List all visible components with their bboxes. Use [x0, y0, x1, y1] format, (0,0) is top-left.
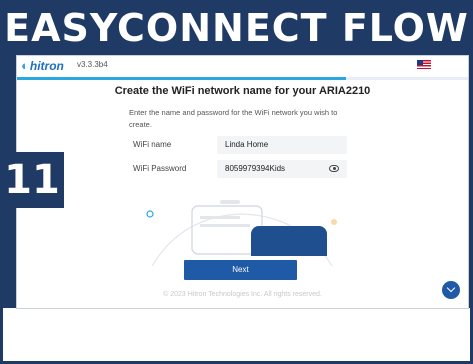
wifi-name-field[interactable]: Linda Home: [217, 136, 347, 154]
lower-blank-area: [3, 308, 470, 361]
wifi-name-label: WiFi name: [133, 140, 172, 149]
app-version: v3.3.3b4: [77, 60, 108, 69]
instructions-text: Enter the name and password for the WiFi…: [129, 108, 338, 129]
logo-text: hitron: [29, 59, 64, 73]
page-title: Create the WiFi network name for your AR…: [114, 85, 371, 97]
show-password-eye-icon[interactable]: [329, 165, 339, 172]
wifi-name-value: Linda Home: [225, 140, 269, 149]
copyright-footer: © 2023 Hitron Technologies Inc. All righ…: [163, 291, 322, 298]
tutorial-banner-title: EASYCONNECT FLOW: [0, 0, 473, 54]
app-header: ◐hitron v3.3.3b4: [17, 56, 468, 76]
wifi-password-field[interactable]: 8059979394Kids: [217, 160, 347, 178]
hitron-swirl-icon: ◐: [21, 58, 29, 73]
progress-fill: [17, 77, 347, 80]
wifi-password-value: 8059979394Kids: [225, 164, 286, 173]
progress-bar: [17, 77, 468, 80]
next-button[interactable]: Next: [184, 260, 297, 280]
scroll-down-chevron-icon[interactable]: [442, 281, 460, 299]
overlay-shape: [251, 226, 327, 256]
app-screen: ◐hitron v3.3.3b4 Create the WiFi network…: [16, 55, 469, 309]
dot-icon: [331, 219, 337, 225]
sparkle-icon: [146, 210, 154, 218]
step-number-badge: 11: [0, 152, 64, 208]
wifi-password-label: WiFi Password: [133, 164, 187, 173]
wifi-name-row: WiFi name Linda Home: [129, 136, 351, 154]
us-flag-icon[interactable]: [417, 60, 431, 69]
wifi-password-row: WiFi Password 8059979394Kids: [129, 160, 351, 178]
hitron-logo: ◐hitron: [21, 58, 64, 74]
